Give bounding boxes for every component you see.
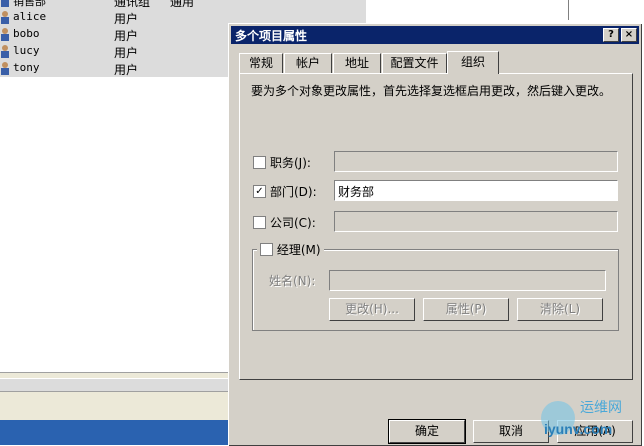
clear-button[interactable]: 清除(L) xyxy=(517,298,603,321)
list-item-name: alice xyxy=(13,10,47,23)
user-icon xyxy=(1,62,9,75)
list-item-name: lucy xyxy=(13,44,40,57)
list-item-type: 用户 xyxy=(114,29,139,43)
tab-general[interactable]: 常规 xyxy=(239,53,283,73)
company-checkbox[interactable] xyxy=(253,216,266,229)
close-button[interactable]: × xyxy=(621,28,637,42)
list-item-name: 销售部 xyxy=(13,0,46,8)
user-icon xyxy=(1,28,9,41)
taskbar xyxy=(0,420,228,445)
organization-panel: 要为多个对象更改属性，首先选择复选框启用更改，然后键入更改。 职务(J): ✓ … xyxy=(239,73,633,380)
manager-checkbox[interactable] xyxy=(260,243,273,256)
column-divider xyxy=(568,0,569,20)
instruction-text: 要为多个对象更改属性，首先选择复选框启用更改，然后键入更改。 xyxy=(251,84,612,98)
list-item-type: 用户 xyxy=(114,63,139,77)
manager-header: 经理(M) xyxy=(257,241,324,258)
tab-address[interactable]: 地址 xyxy=(333,53,381,73)
manager-name-field[interactable] xyxy=(329,270,606,291)
user-icon xyxy=(1,45,9,58)
properties-button[interactable]: 属性(P) xyxy=(423,298,509,321)
horizontal-scrollbar[interactable] xyxy=(0,378,228,392)
manager-name-label: 姓名(N): xyxy=(269,274,316,288)
company-field[interactable] xyxy=(334,211,618,232)
watermark-text-1: 运维网 xyxy=(580,399,622,415)
change-button[interactable]: 更改(H)... xyxy=(329,298,415,321)
list-item-name: bobo xyxy=(13,27,40,40)
department-checkbox[interactable]: ✓ xyxy=(253,185,266,198)
tab-account[interactable]: 帐户 xyxy=(284,53,332,73)
tab-organization[interactable]: 组织 xyxy=(447,51,499,74)
department-label: 部门(D): xyxy=(270,185,317,199)
list-item-name: tony xyxy=(13,61,40,74)
company-label: 公司(C): xyxy=(270,216,316,230)
watermark-logo: 运维网 iyunv.com xyxy=(541,399,622,437)
group-icon xyxy=(1,0,9,7)
department-value: 财务部 xyxy=(338,185,375,199)
department-field[interactable]: 财务部 xyxy=(334,180,618,201)
watermark-text-2: iyunv.com xyxy=(544,421,612,437)
user-icon xyxy=(1,11,9,24)
tab-profile[interactable]: 配置文件 xyxy=(382,53,447,73)
title-field[interactable] xyxy=(334,151,618,172)
manager-groupbox: 经理(M) 姓名(N): 更改(H)... 属性(P) 清除(L) xyxy=(252,241,619,331)
manager-label: 经理(M) xyxy=(276,243,321,257)
list-item-type: 用户 xyxy=(114,46,139,60)
title-checkbox[interactable] xyxy=(253,156,266,169)
title-label: 职务(J): xyxy=(270,156,311,170)
list-item-type: 用户 xyxy=(114,12,139,26)
help-button[interactable]: ? xyxy=(603,28,619,42)
list-item[interactable]: 销售部 通讯组 通用 xyxy=(0,0,366,9)
dialog-title: 多个项目属性 xyxy=(235,29,308,43)
ok-button[interactable]: 确定 xyxy=(388,419,466,444)
multiple-items-properties-dialog: 多个项目属性 ? × 常规 帐户 地址 配置文件 组织 要为多个对象更改属性，首… xyxy=(228,23,642,446)
title-bar[interactable]: 多个项目属性 ? × xyxy=(231,26,639,44)
